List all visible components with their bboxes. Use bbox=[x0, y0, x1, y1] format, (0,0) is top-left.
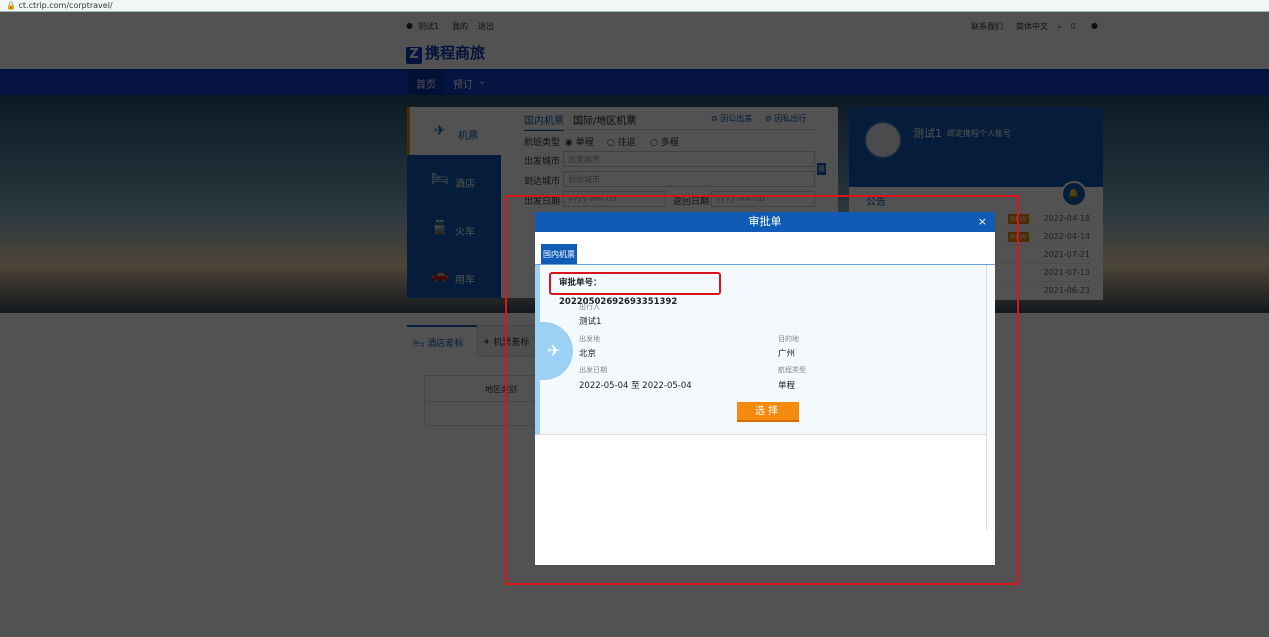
tab-label: 酒店差标 bbox=[427, 339, 464, 349]
radio-roundtrip[interactable]: ○ 往返 bbox=[607, 135, 636, 148]
exchange-button[interactable]: 换 bbox=[817, 163, 826, 175]
tab-car[interactable]: 🚗 用车 bbox=[407, 251, 501, 299]
radio-label: 往返 bbox=[617, 138, 636, 148]
from-label: 出发地 bbox=[579, 335, 600, 343]
divider bbox=[524, 129, 816, 130]
tab-label: 机票 bbox=[458, 131, 478, 142]
lock-icon: 🔒 bbox=[6, 1, 16, 10]
return-date-input[interactable]: yyyy-MM-dd bbox=[711, 191, 815, 207]
plane-icon: ✈ bbox=[434, 123, 446, 139]
nav-book[interactable]: 预订 bbox=[453, 76, 473, 91]
tab-domestic-flight[interactable]: 国内机票 bbox=[541, 244, 577, 265]
bell-icon[interactable]: 🔔 bbox=[1061, 181, 1087, 207]
tab-label: 用车 bbox=[455, 275, 475, 286]
logo-text: 携程商旅 bbox=[425, 44, 486, 62]
date-value: 2022-05-04 至 2022-05-04 bbox=[579, 381, 692, 391]
language-select[interactable]: 简体中文 bbox=[1016, 21, 1048, 32]
plane-icon: ✈ bbox=[535, 322, 573, 380]
radio-oneway[interactable]: ◉ 单程 bbox=[565, 135, 594, 148]
tab-label: 酒店 bbox=[455, 179, 475, 190]
to-city-input[interactable]: 到达城市 bbox=[563, 171, 815, 187]
tab-train[interactable]: 🚆 火车 bbox=[407, 203, 501, 251]
highlight-annotation-bottom bbox=[505, 583, 1019, 585]
from-label: 出发城市 bbox=[524, 157, 561, 167]
user-icon: ● bbox=[406, 21, 413, 30]
user-name: 测试1 bbox=[913, 127, 942, 140]
chevron-down-icon: ⌄ bbox=[1056, 21, 1063, 30]
tab-intl-flight[interactable]: 国际/地区机票 bbox=[573, 112, 636, 127]
logout-link[interactable]: 退出 bbox=[478, 21, 494, 32]
notice-date: 2021-07-13 bbox=[1043, 268, 1091, 277]
avatar[interactable] bbox=[864, 121, 902, 159]
bed-icon: 🛏 bbox=[431, 171, 449, 187]
trip-type-label: 航班类型 bbox=[524, 138, 561, 148]
to-value: 广州 bbox=[778, 349, 796, 359]
to-label: 目的地 bbox=[778, 335, 799, 343]
radio-label: 单程 bbox=[575, 138, 594, 148]
column-header: 地区类别 bbox=[485, 385, 517, 394]
product-tabs: ✈ 机票 🛏 酒店 🚆 火车 🚗 用车 bbox=[407, 107, 501, 298]
my-link[interactable]: 我的 bbox=[452, 21, 468, 32]
tab-label: 机票差标 bbox=[493, 338, 530, 348]
dialog-header: 审批单 × bbox=[535, 212, 995, 232]
from-value: 北京 bbox=[579, 349, 597, 359]
mobile-icon[interactable]: ▯ bbox=[1071, 21, 1075, 30]
chevron-down-icon: ⌄ bbox=[478, 76, 487, 87]
depart-date-input[interactable]: yyyy-MM-dd bbox=[563, 191, 666, 207]
private-label: 因私出行 bbox=[774, 114, 807, 123]
main-nav: 首页 预订 ⌄ bbox=[0, 69, 1269, 95]
notice-date: 2022-04-14 bbox=[1043, 232, 1091, 241]
notice-date: 2022-04-18 bbox=[1043, 214, 1091, 223]
tab-label: 火车 bbox=[455, 227, 475, 238]
trip-type-label: 航程类型 bbox=[778, 366, 806, 374]
notice-date: 2021-06-23 bbox=[1043, 286, 1091, 295]
train-icon: 🚆 bbox=[431, 219, 449, 235]
highlight-annotation-left bbox=[505, 195, 507, 585]
trip-type-value: 单程 bbox=[778, 381, 796, 391]
business-trip-toggle[interactable]: ⊜ 因公出差 bbox=[711, 113, 752, 124]
dialog-title: 审批单 bbox=[748, 215, 782, 228]
bind-account-link[interactable]: 绑定携程个人账号 bbox=[947, 128, 1011, 139]
user-link[interactable]: 测试1 bbox=[418, 21, 439, 32]
highlight-annotation-top bbox=[505, 195, 1019, 197]
approval-item: 审批单号：20220502692693351392 ✈ 出行人 测试1 出发地 … bbox=[535, 265, 987, 435]
car-icon: 🚗 bbox=[431, 267, 449, 283]
notice-date: 2021-07-21 bbox=[1043, 250, 1091, 259]
contact-link[interactable]: 联系我们 bbox=[971, 21, 1003, 32]
private-trip-toggle[interactable]: ⊜ 因私出行 bbox=[765, 113, 806, 124]
url-text: ct.ctrip.com/corptravel/ bbox=[18, 1, 113, 10]
logo[interactable]: Z 携程商旅 bbox=[406, 42, 485, 64]
nav-home[interactable]: 首页 bbox=[408, 69, 444, 95]
traveler-label: 出行人 bbox=[579, 303, 600, 311]
address-bar[interactable]: 🔒 ct.ctrip.com/corptravel/ bbox=[0, 0, 1269, 12]
wechat-icon[interactable]: ● bbox=[1091, 21, 1098, 30]
from-city-input[interactable]: 出发城市 bbox=[563, 151, 815, 167]
approval-number: 审批单号：20220502692693351392 bbox=[549, 272, 721, 307]
to-label: 到达城市 bbox=[524, 177, 561, 187]
highlight-annotation-right bbox=[1017, 195, 1019, 585]
site-header: ● 测试1 我的 退出 联系我们 简体中文 ⌄ ▯ ● Z 携程商旅 bbox=[0, 12, 1269, 69]
tab-hotel-policy[interactable]: 🛏 酒店差标 bbox=[407, 325, 477, 357]
tab-flight-policy[interactable]: ✈ 机票差标 bbox=[477, 325, 537, 357]
tab-flight[interactable]: ✈ 机票 bbox=[407, 107, 501, 155]
close-icon[interactable]: × bbox=[978, 212, 987, 232]
business-label: 因公出差 bbox=[720, 114, 753, 123]
select-button[interactable]: 选择 bbox=[737, 402, 799, 422]
radio-multi[interactable]: ○ 多程 bbox=[650, 135, 679, 148]
radio-label: 多程 bbox=[660, 138, 679, 148]
scrollbar[interactable] bbox=[986, 265, 995, 530]
date-label: 出发日期 bbox=[579, 366, 607, 374]
traveler-value: 测试1 bbox=[579, 317, 602, 327]
tab-hotel[interactable]: 🛏 酒店 bbox=[407, 155, 501, 203]
approval-dialog: 审批单 × 国内机票 审批单号：20220502692693351392 ✈ 出行… bbox=[535, 212, 995, 565]
